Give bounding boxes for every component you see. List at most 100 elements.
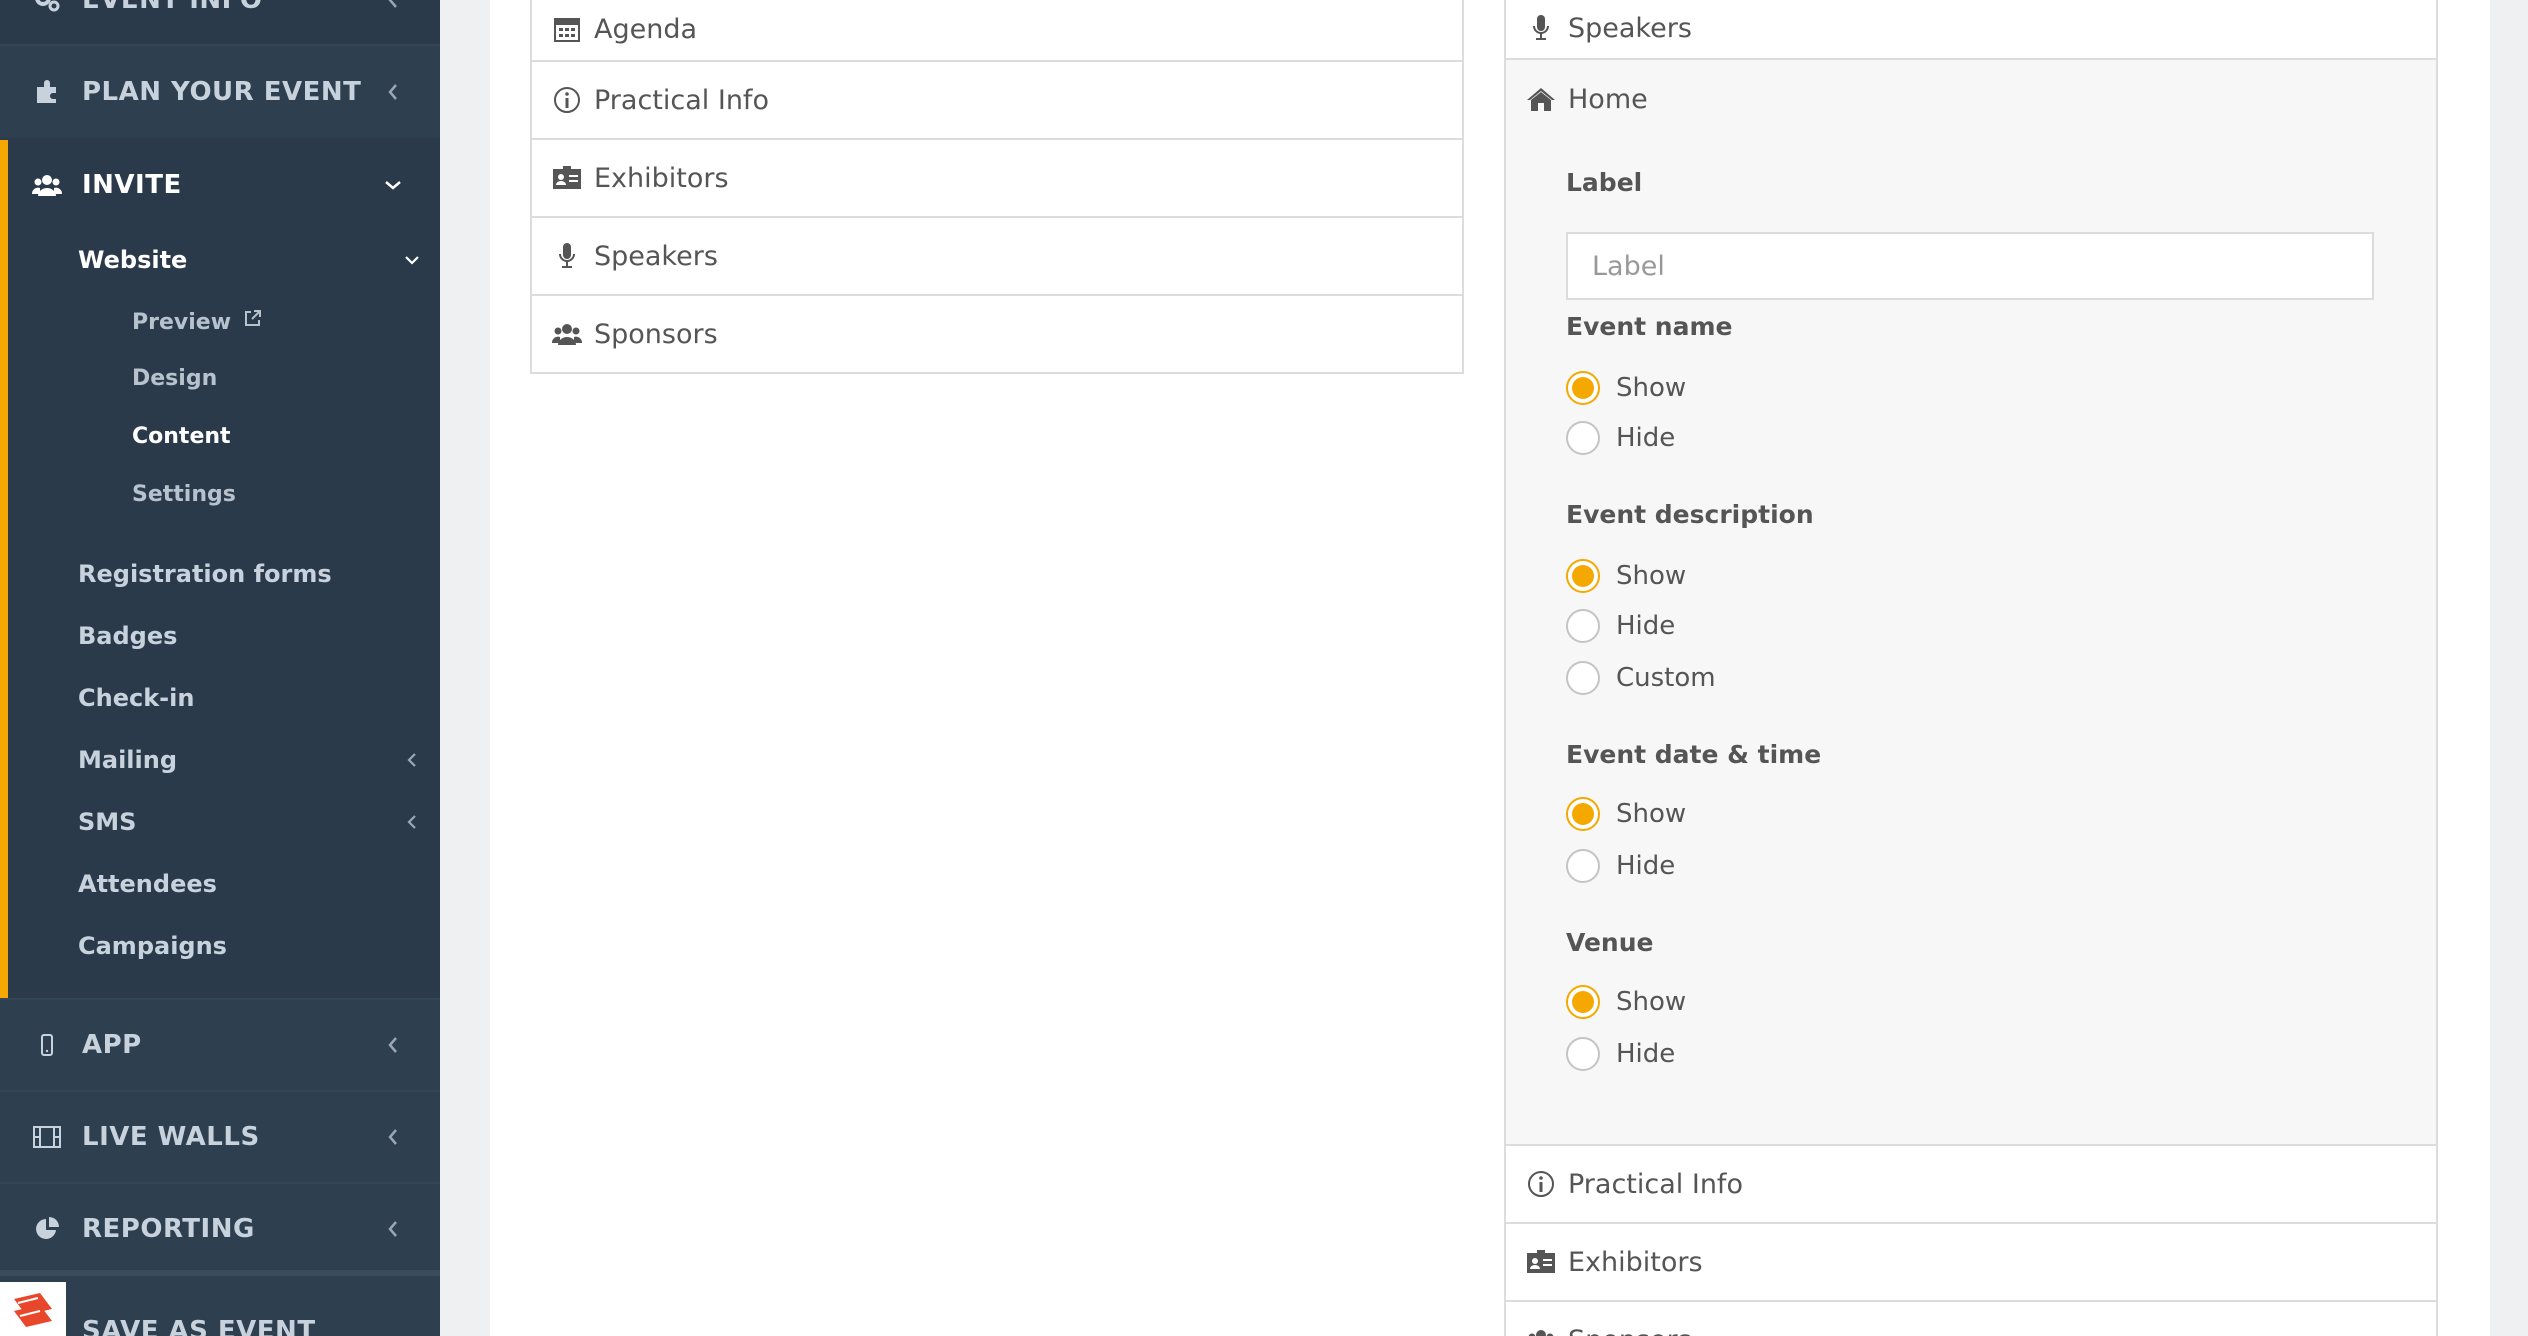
- accordion-item-label: Speakers: [1568, 12, 1692, 44]
- accordion-item-label: Practical Info: [1568, 1168, 1743, 1200]
- accordion-header-home[interactable]: Home: [1506, 60, 2436, 138]
- sidebar-section-label: LIVE WALLS: [82, 1122, 260, 1152]
- sidebar-section-label: APP: [82, 1030, 142, 1060]
- sidebar-item-badges[interactable]: Badges: [78, 622, 177, 650]
- sidebar-section-label: PLAN YOUR EVENT: [82, 77, 362, 107]
- sidebar-section-reporting[interactable]: REPORTING: [0, 1184, 440, 1274]
- sidebar-section-label: REPORTING: [82, 1214, 255, 1244]
- external-link-icon: [243, 308, 263, 334]
- sidebar-item-website[interactable]: Website: [78, 246, 187, 274]
- radio-dot: [1566, 421, 1600, 455]
- sidebar-section-save-as-event[interactable]: SAVE AS EVENT: [0, 1270, 440, 1336]
- sidebar-item-registration-forms[interactable]: Registration forms: [78, 560, 332, 588]
- radio-label: Show: [1616, 561, 1687, 591]
- sidebar-section-invite[interactable]: INVITE: [0, 140, 440, 230]
- menu-item-label: Agenda: [594, 13, 698, 45]
- menu-item-label: Speakers: [594, 240, 718, 272]
- radio-label: Custom: [1616, 663, 1716, 693]
- puzzle-icon: [32, 77, 62, 107]
- sidebar-item-content[interactable]: Content: [132, 424, 231, 449]
- venue-hide-radio[interactable]: Hide: [1566, 1034, 1675, 1074]
- sidebar-section-label: INVITE: [82, 170, 182, 200]
- chevron-left-icon: [384, 1220, 402, 1238]
- radio-dot: [1566, 985, 1600, 1019]
- radio-dot: [1566, 797, 1600, 831]
- event-description-custom-radio[interactable]: Custom: [1566, 658, 1716, 698]
- page-gutter: [2490, 0, 2528, 1336]
- sidebar-invite-block: INVITE Website Preview Design Content Se…: [0, 140, 440, 998]
- sidebar-item-check-in[interactable]: Check-in: [78, 684, 194, 712]
- chevron-left-icon: [384, 1036, 402, 1054]
- accordion-item-label: Exhibitors: [1568, 1246, 1703, 1278]
- gears-icon: [32, 0, 62, 15]
- sidebar-section-live-walls[interactable]: LIVE WALLS: [0, 1092, 440, 1182]
- radio-label: Show: [1616, 373, 1687, 403]
- event-name-label: Event name: [1566, 312, 1733, 341]
- sidebar-item-campaigns[interactable]: Campaigns: [78, 932, 227, 960]
- event-date-time-show-radio[interactable]: Show: [1566, 794, 1686, 834]
- radio-label: Hide: [1616, 1039, 1676, 1069]
- app-logo: [0, 1282, 66, 1336]
- accordion-panel-home: Home Label Event name Show Hide Event de…: [1506, 60, 2436, 1146]
- sidebar-section-label: SAVE AS EVENT: [82, 1316, 316, 1336]
- label-input[interactable]: [1566, 232, 2374, 300]
- sidebar-item-preview[interactable]: Preview: [132, 308, 263, 335]
- id-card-icon: [1526, 1247, 1556, 1277]
- sidebar-item-sms[interactable]: SMS: [78, 808, 136, 836]
- sidebar-item-settings[interactable]: Settings: [132, 482, 236, 507]
- menu-item-practical-info[interactable]: Practical Info: [532, 60, 1462, 138]
- event-description-show-radio[interactable]: Show: [1566, 556, 1686, 596]
- event-description-label: Event description: [1566, 500, 1814, 529]
- radio-dot: [1566, 1037, 1600, 1071]
- venue-show-radio[interactable]: Show: [1566, 982, 1686, 1022]
- sidebar-section-plan-your-event[interactable]: PLAN YOUR EVENT: [0, 46, 440, 138]
- chevron-left-icon: [404, 752, 420, 768]
- radio-label: Hide: [1616, 851, 1676, 881]
- radio-label: Hide: [1616, 611, 1676, 641]
- event-name-hide-radio[interactable]: Hide: [1566, 418, 1675, 458]
- chevron-left-icon: [384, 1128, 402, 1146]
- sidebar-item-design[interactable]: Design: [132, 366, 217, 391]
- sidebar-section-label: EVENT INFO: [82, 0, 263, 15]
- info-icon: [1526, 1169, 1556, 1199]
- id-card-icon: [552, 163, 582, 193]
- sidebar: EVENT INFO PLAN YOUR EVENT INVITE Websit…: [0, 0, 440, 1336]
- event-description-hide-radio[interactable]: Hide: [1566, 606, 1675, 646]
- radio-label: Show: [1616, 987, 1687, 1017]
- accordion-item-label: Sponsors: [1568, 1325, 1692, 1336]
- home-icon: [1526, 84, 1556, 114]
- radio-label: Hide: [1616, 423, 1676, 453]
- chevron-left-icon: [384, 0, 402, 9]
- accordion-header-label: Home: [1568, 83, 1648, 115]
- chevron-down-icon: [384, 176, 402, 194]
- sidebar-section-app[interactable]: APP: [0, 1000, 440, 1090]
- menu-item-agenda[interactable]: Agenda: [532, 0, 1462, 60]
- accordion-item-practical-info[interactable]: Practical Info: [1506, 1146, 2436, 1224]
- menu-item-exhibitors[interactable]: Exhibitors: [532, 138, 1462, 216]
- sidebar-item-mailing[interactable]: Mailing: [78, 746, 177, 774]
- chevron-down-icon: [404, 252, 420, 268]
- users-icon: [552, 319, 582, 349]
- event-date-time-hide-radio[interactable]: Hide: [1566, 846, 1675, 886]
- menu-item-label: Exhibitors: [594, 162, 729, 194]
- menu-item-speakers[interactable]: Speakers: [532, 216, 1462, 294]
- menu-item-sponsors[interactable]: Sponsors: [532, 294, 1462, 372]
- users-icon: [1526, 1325, 1556, 1336]
- section-settings-accordion: Speakers Home Label Event name Show Hide…: [1504, 0, 2438, 1336]
- sidebar-item-attendees[interactable]: Attendees: [78, 870, 217, 898]
- radio-label: Show: [1616, 799, 1687, 829]
- radio-dot: [1566, 559, 1600, 593]
- event-date-time-label: Event date & time: [1566, 740, 1822, 769]
- accordion-item-speakers[interactable]: Speakers: [1506, 0, 2436, 60]
- venue-label: Venue: [1566, 928, 1654, 957]
- accordion-item-exhibitors[interactable]: Exhibitors: [1506, 1224, 2436, 1302]
- radio-dot: [1566, 661, 1600, 695]
- label-field-label: Label: [1566, 168, 1643, 197]
- sidebar-section-event-info[interactable]: EVENT INFO: [0, 0, 440, 22]
- website-menu-list: Agenda Practical Info Exhibitors Speaker…: [530, 0, 1464, 374]
- pie-chart-icon: [32, 1214, 62, 1244]
- active-section-accent: [0, 140, 8, 998]
- users-icon: [32, 170, 62, 200]
- accordion-item-sponsors[interactable]: Sponsors: [1506, 1302, 2436, 1336]
- event-name-show-radio[interactable]: Show: [1566, 368, 1686, 408]
